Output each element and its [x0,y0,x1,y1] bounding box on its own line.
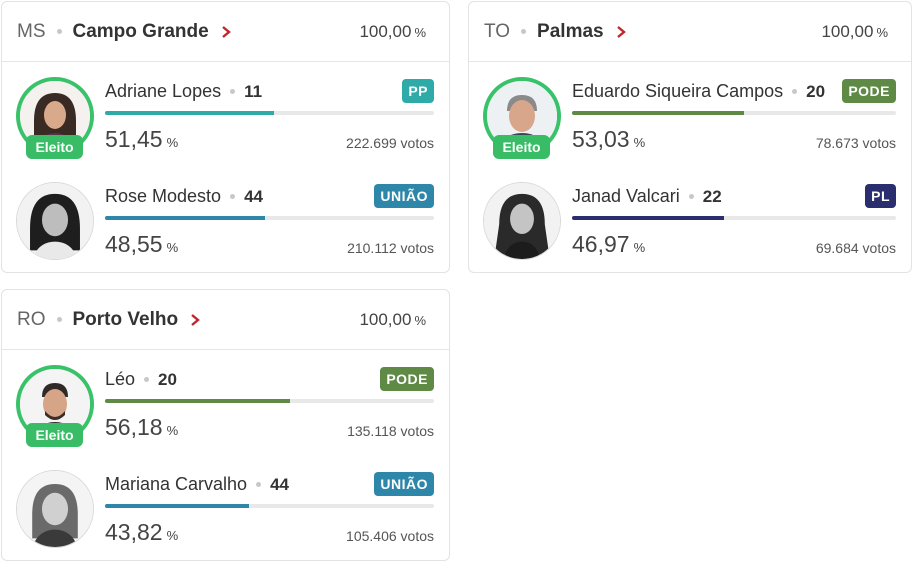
vote-share-fill [572,111,744,115]
vote-count: 105.406 votos [346,528,434,544]
vote-count: 78.673 votos [815,135,896,151]
candidate-name-line: Janad Valcari 22 [572,186,722,207]
elected-badge: Eleito [493,135,550,159]
state-code: MS [17,20,46,42]
candidate-name: Léo [105,369,136,389]
party-badge: PL [865,184,896,208]
candidate-avatar [483,182,561,260]
candidate-row: Rose Modesto 44 UNIÃO 48,55% 210.112 vot… [2,181,449,272]
elected-badge: Eleito [26,135,83,159]
party-badge: PODE [842,79,896,103]
counted-percent: 100,00% [359,310,426,329]
candidate-name: Adriane Lopes [105,81,222,101]
city-card-campo-grande: MS Campo Grande 100,00% Eleito Adriane L… [1,1,450,273]
chevron-right-icon[interactable] [188,312,202,328]
separator-dot [56,29,62,34]
separator-dot [688,194,694,199]
candidate-number: 44 [244,186,263,206]
separator-dot [230,89,236,94]
vote-count: 222.699 votos [346,135,434,151]
candidate-number: 20 [806,81,826,101]
vote-share-bar [105,216,434,220]
separator-dot [521,29,527,34]
vote-share-bar [105,504,434,508]
candidate-number: 22 [702,186,722,206]
candidate-number: 20 [158,369,177,389]
candidate-name: Mariana Carvalho [105,474,248,494]
state-code: RO [17,308,46,330]
vote-count: 69.684 votos [815,240,896,256]
separator-dot [56,317,62,322]
vote-percent: 53,03% [572,126,646,152]
vote-share-bar [572,111,896,115]
candidate-name-line: Léo 20 [105,369,177,390]
candidate-avatar: Eleito [16,365,94,447]
city-card-palmas: TO Palmas 100,00% Eleito Eduardo Siqueir… [468,1,912,273]
candidate-name-line: Adriane Lopes 11 [105,81,262,102]
state-code: TO [484,20,511,42]
candidate-number: 11 [244,81,263,101]
vote-count: 210.112 votos [347,240,434,256]
woman-avatar-icon [484,183,560,259]
candidate-avatar [16,470,94,548]
city-card-porto-velho: RO Porto Velho 100,00% Eleito Léo 20 POD… [1,289,450,561]
city-name[interactable]: Porto Velho [73,309,179,331]
vote-share-bar [105,399,434,403]
vote-count: 135.118 votos [347,423,434,439]
separator-dot [230,194,236,199]
city-name[interactable]: Campo Grande [73,21,209,43]
candidate-name: Janad Valcari [572,186,680,206]
avatar-photo [483,182,561,260]
party-badge: PP [402,79,434,103]
candidate-avatar: Eleito [16,77,94,159]
vote-share-bar [572,216,896,220]
counted-percent: 100,00% [821,22,888,41]
candidate-name-line: Eduardo Siqueira Campos 20 [572,81,825,102]
candidate-number: 44 [270,474,289,494]
candidate-name-line: Rose Modesto 44 [105,186,263,207]
candidate-avatar: Eleito [483,77,561,159]
woman-avatar-icon [17,183,93,259]
vote-percent: 46,97% [572,231,646,257]
party-badge: PODE [380,367,434,391]
separator-dot [256,482,262,487]
candidate-row: Eleito Léo 20 PODE 56,18% 135.118 votos [2,364,449,468]
vote-percent: 43,82% [105,519,179,545]
vote-share-fill [105,216,265,220]
city-header[interactable]: RO Porto Velho 100,00% [2,290,449,350]
vote-share-fill [105,111,275,115]
avatar-photo [16,182,94,260]
candidate-row: Eleito Eduardo Siqueira Campos 20 PODE 5… [469,76,911,180]
separator-dot [792,89,798,94]
candidate-name-line: Mariana Carvalho 44 [105,474,289,495]
candidate-row: Eleito Adriane Lopes 11 PP 51,45% 222.69… [2,76,449,180]
vote-share-fill [105,399,290,403]
city-header[interactable]: TO Palmas 100,00% [469,2,911,62]
vote-share-fill [572,216,725,220]
elected-badge: Eleito [26,423,83,447]
separator-dot [144,377,150,382]
woman-avatar-icon [17,471,93,547]
vote-percent: 51,45% [105,126,179,152]
city-header[interactable]: MS Campo Grande 100,00% [2,2,449,62]
candidate-name: Rose Modesto [105,186,222,206]
counted-percent: 100,00% [359,22,426,41]
city-name[interactable]: Palmas [537,21,604,43]
candidate-row: Mariana Carvalho 44 UNIÃO 43,82% 105.406… [2,469,449,560]
party-badge: UNIÃO [374,472,434,496]
vote-share-bar [105,111,434,115]
candidate-avatar [16,182,94,260]
vote-percent: 56,18% [105,414,179,440]
candidate-name: Eduardo Siqueira Campos [572,81,784,101]
chevron-right-icon[interactable] [614,24,628,40]
candidate-row: Janad Valcari 22 PL 46,97% 69.684 votos [469,181,911,272]
vote-percent: 48,55% [105,231,179,257]
chevron-right-icon[interactable] [219,24,233,40]
vote-share-fill [105,504,250,508]
avatar-photo [16,470,94,548]
party-badge: UNIÃO [374,184,434,208]
